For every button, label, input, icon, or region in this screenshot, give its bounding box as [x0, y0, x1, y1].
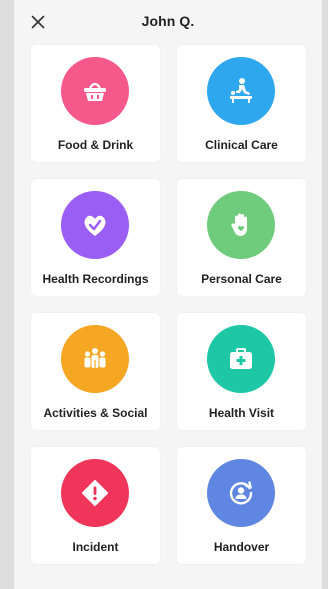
tile-icon-circle [207, 459, 275, 527]
tile-label: Personal Care [201, 272, 282, 286]
tile-label: Clinical Care [205, 138, 278, 152]
medical-kit-icon [230, 348, 252, 369]
tile-handover[interactable]: Handover [177, 447, 306, 564]
hand-heart-icon [231, 213, 247, 236]
tile-icon-circle [207, 325, 275, 393]
tile-incident[interactable]: Incident [31, 447, 160, 564]
tile-health-recordings[interactable]: Health Recordings [31, 179, 160, 296]
tile-label: Handover [213, 540, 270, 554]
tile-label: Activities & Social [43, 406, 148, 420]
tile-icon-circle [61, 191, 129, 259]
tile-label: Health Visit [208, 406, 275, 420]
food-basket-icon [84, 82, 106, 101]
handover-user-icon [229, 481, 253, 505]
tile-icon-circle [207, 191, 275, 259]
heart-check-icon [84, 215, 106, 236]
group-people-icon [84, 348, 106, 368]
tile-food-drink[interactable]: Food & Drink [31, 45, 160, 162]
header: John Q. [14, 0, 322, 44]
clinical-care-icon [230, 78, 252, 103]
tile-label: Incident [72, 540, 119, 554]
tile-health-visit[interactable]: Health Visit [177, 313, 306, 430]
tile-personal-care[interactable]: Personal Care [177, 179, 306, 296]
tile-icon-circle [61, 459, 129, 527]
care-menu-panel: John Q. Food & Drink Clinical Care Healt… [14, 0, 322, 589]
warning-icon [82, 480, 108, 506]
tile-label: Health Recordings [42, 272, 149, 286]
tile-label: Food & Drink [57, 138, 134, 152]
tile-activities-social[interactable]: Activities & Social [31, 313, 160, 430]
category-grid: Food & Drink Clinical Care Health Record… [31, 45, 306, 564]
tile-clinical-care[interactable]: Clinical Care [177, 45, 306, 162]
page-title: John Q. [141, 13, 195, 29]
tile-icon-circle [61, 325, 129, 393]
tile-icon-circle [207, 57, 275, 125]
tile-icon-circle [61, 57, 129, 125]
